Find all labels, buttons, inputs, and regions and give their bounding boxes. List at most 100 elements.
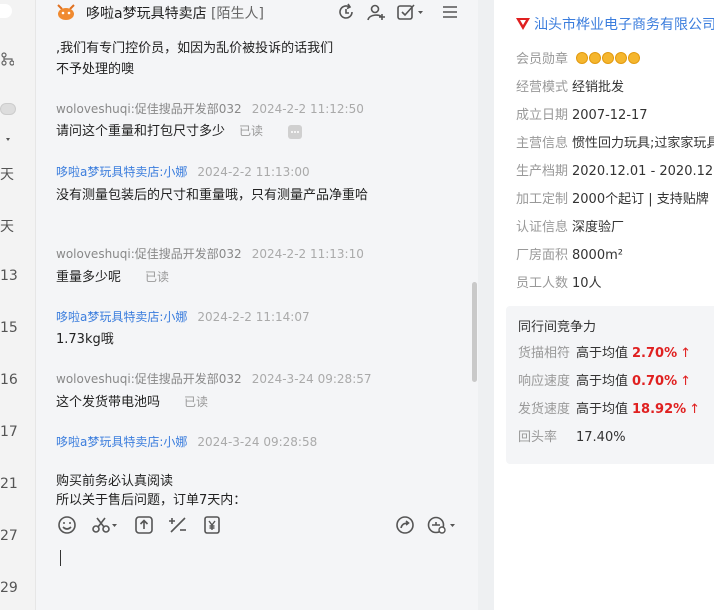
date-label: 15 [0, 320, 18, 336]
sender-name[interactable]: 哆啦a梦玩具特卖店:小娜 [56, 310, 187, 324]
up-arrow-icon: ↑ [680, 374, 692, 389]
info-label: 会员勋章 [516, 52, 569, 67]
metric-percent: 2.70% [632, 346, 678, 361]
sender-name[interactable]: woloveshuqi:促佳搜品开发部032 [56, 247, 242, 261]
add-contact-icon[interactable] [366, 2, 386, 22]
info-value: 经销批发 [572, 80, 625, 95]
metric-row: 发货速度 高于均值 18.92% ↑ [518, 398, 700, 417]
message-meta: woloveshuqi:促佳搜品开发部032 2024-3-24 09:28:57 [56, 370, 372, 387]
medal-icon [589, 52, 602, 64]
info-row-medals: 会员勋章 [516, 48, 641, 67]
price-yen-icon[interactable] [201, 514, 223, 536]
sender-name[interactable]: woloveshuqi:促佳搜品开发部032 [56, 102, 242, 116]
info-label: 员工人数 [516, 276, 569, 291]
up-arrow-icon: ↑ [680, 346, 692, 361]
info-row: 主营信息惯性回力玩具;过家家玩具;益 [516, 132, 714, 151]
info-row: 认证信息 深度验厂 [516, 216, 624, 235]
message-time: 2024-2-2 11:13:00 [197, 165, 310, 179]
shop-avatar-icon[interactable] [56, 3, 76, 21]
metric-label: 货描相符 [518, 346, 571, 361]
date-label: 21 [0, 476, 18, 492]
message-meta: woloveshuqi:促佳搜品开发部032 2024-2-2 11:12:50 [56, 100, 364, 117]
chat-header: 哆啦a梦玩具特卖店 [陌生人] [36, 0, 478, 24]
message-time: 2024-2-2 11:13:10 [251, 247, 364, 261]
share-icon[interactable] [394, 514, 416, 536]
strip-tab[interactable] [0, 4, 12, 18]
chat-panel: 哆啦a梦玩具特卖店 [陌生人] ,我们有专门控价员，如因为乱价被投诉的话我们 不… [36, 0, 478, 610]
member-medals [576, 52, 641, 67]
message-text: 不予处理的噢 [56, 62, 135, 77]
metric-row: 回头率 17.40% [518, 426, 626, 445]
up-arrow-icon: ↑ [689, 402, 701, 417]
message-text: 这个发货带电池吗 [56, 395, 161, 410]
date-label: 13 [0, 268, 18, 284]
info-label: 成立日期 [516, 108, 569, 123]
message-text: 所以关于售后问题，订单7天内： [56, 493, 247, 506]
read-status: 已读 [239, 124, 264, 138]
info-value: 2007-12-17 [572, 108, 648, 123]
medal-icon [615, 52, 628, 64]
metric-text: 高于均值 [576, 374, 629, 389]
info-row: 经营模式 经销批发 [516, 76, 624, 95]
company-info-panel: 汕头市桦业电子商务有限公司 会员勋章 经营模式 经销批发 成立日期 2007-12-… [494, 0, 714, 610]
info-value: 2020.12.01 - 2020.12.31 [572, 164, 714, 179]
menu-icon[interactable] [440, 2, 460, 22]
medal-icon [576, 52, 589, 64]
message-text: 请问这个重量和打包尺寸多少 [56, 124, 226, 139]
info-label: 认证信息 [516, 220, 569, 235]
message-bubble: 请问这个重量和打包尺寸多少 已读 [56, 121, 386, 142]
metric-row: 响应速度 高于均值 0.70% ↑ [518, 370, 691, 389]
metric-percent: 18.92% [632, 402, 687, 417]
message-text: 没有测量包装后的尺寸和重量哦，只有测量产品净重哈 [56, 188, 369, 203]
sender-name[interactable]: woloveshuqi:促佳搜品开发部032 [56, 372, 242, 386]
message-time: 2024-3-24 09:28:57 [251, 372, 372, 386]
screenshot-scissors-icon[interactable] [90, 514, 120, 536]
medal-icon [628, 52, 641, 64]
info-value: 深度验厂 [572, 220, 625, 235]
message-list: ,我们有专门控价员，如因为乱价被投诉的话我们 不予处理的噢 woloveshuq… [36, 24, 478, 506]
competitiveness-card: 同行间竞争力 货描相符 高于均值 2.70% ↑ 响应速度 高于均值 0.70% ↑ 发货速… [506, 306, 714, 464]
metric-row: 货描相符 高于均值 2.70% ↑ [518, 342, 691, 361]
emoji-icon[interactable] [56, 514, 78, 536]
date-label: 17 [0, 424, 18, 440]
message-bubble: 这个发货带电池吗 已读 [56, 392, 386, 413]
discount-icon[interactable] [167, 514, 189, 536]
sender-name[interactable]: 哆啦a梦玩具特卖店:小娜 [56, 435, 187, 449]
panel-gap [478, 0, 494, 610]
org-tree-icon[interactable] [0, 52, 14, 66]
date-label: 27 [0, 528, 18, 544]
message-text: 购买前务必认真阅读 [56, 474, 174, 489]
shop-title: 哆啦a梦玩具特卖店 [陌生人] [86, 3, 264, 23]
message-time: 2024-2-2 11:14:07 [197, 310, 310, 324]
info-value: 10人 [572, 276, 602, 291]
info-row: 厂房面积 8000m² [516, 244, 623, 263]
message-input[interactable] [36, 540, 478, 610]
message-meta: 哆啦a梦玩具特卖店:小娜 2024-2-2 11:14:07 [56, 308, 310, 325]
date-label: 29 [0, 580, 18, 596]
history-icon[interactable] [336, 2, 356, 22]
message-meta: 哆啦a梦玩具特卖店:小娜 2024-3-24 09:28:58 [56, 433, 317, 450]
caret-down-icon[interactable] [0, 133, 14, 147]
message-bubble: 重量多少呢 已读 [56, 267, 386, 288]
task-check-icon[interactable] [396, 2, 426, 22]
company-name[interactable]: 汕头市桦业电子商务有限公司 [534, 14, 714, 34]
info-label: 主营信息 [516, 136, 569, 151]
metric-label: 发货速度 [518, 402, 571, 417]
more-icon[interactable] [288, 125, 302, 139]
info-label: 厂房面积 [516, 248, 569, 263]
sender-name[interactable]: 哆啦a梦玩具特卖店:小娜 [56, 165, 187, 179]
metric-text: 高于均值 [576, 346, 629, 361]
upload-file-icon[interactable] [133, 514, 155, 536]
quick-reply-icon[interactable] [426, 514, 458, 536]
shop-name: 哆啦a梦玩具特卖店 [86, 6, 207, 22]
info-row: 加工定制2000个起订 | 支持贴牌 | 可 [516, 188, 714, 207]
info-row: 成立日期 2007-12-17 [516, 104, 648, 123]
toggle-switch[interactable] [0, 103, 16, 115]
info-value: 2000个起订 | 支持贴牌 | 可 [572, 192, 714, 207]
date-strip: 天 天 13 15 16 17 21 27 29 [0, 0, 36, 610]
info-label: 加工定制 [516, 192, 569, 207]
message-text: ,我们有专门控价员，如因为乱价被投诉的话我们 [56, 41, 334, 56]
scrollbar-thumb[interactable] [472, 282, 477, 382]
company-logo-icon [516, 18, 530, 30]
card-title: 同行间竞争力 [518, 320, 597, 335]
